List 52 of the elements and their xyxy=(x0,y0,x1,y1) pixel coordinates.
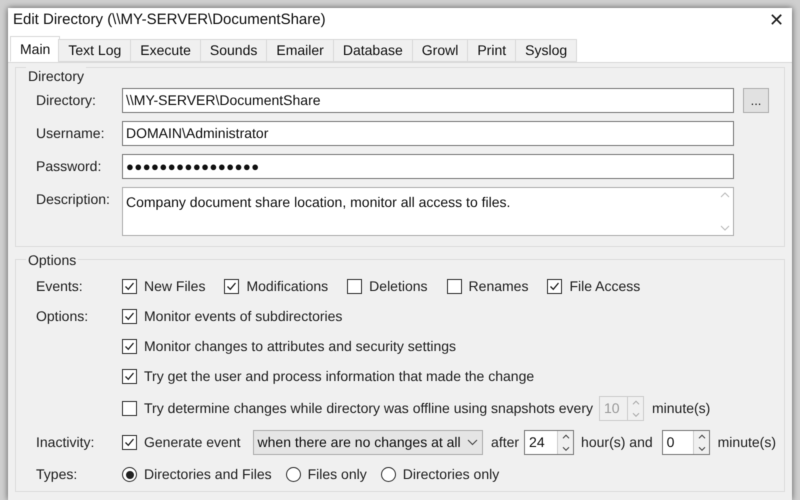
number-spinner[interactable]: 0 xyxy=(662,430,710,455)
checkbox[interactable]: Modifications xyxy=(224,276,328,297)
text-field[interactable]: DOMAIN\Administrator xyxy=(122,121,734,146)
radio-button[interactable]: Directories and Files xyxy=(122,464,272,485)
check-icon xyxy=(124,341,135,352)
checkbox[interactable]: Generate event xyxy=(122,432,241,453)
tab[interactable]: Emailer xyxy=(266,39,334,62)
tab[interactable]: Execute xyxy=(130,39,201,62)
text-field[interactable]: \\MY-SERVER\DocumentShare xyxy=(122,88,734,113)
window-title: Edit Directory (\\MY-SERVER\DocumentShare) xyxy=(13,10,326,30)
tab[interactable]: Text Log xyxy=(58,39,132,62)
field-label: Directory: xyxy=(35,91,97,110)
checkbox[interactable]: Renames xyxy=(446,276,528,297)
tab[interactable]: Growl xyxy=(412,39,468,62)
check-icon xyxy=(124,437,135,448)
tab[interactable]: Sounds xyxy=(200,39,268,62)
field-label: Username: xyxy=(35,124,106,143)
check-icon xyxy=(124,311,135,322)
password-field[interactable]: ●●●●●●●●●●●●●●●● xyxy=(122,154,734,179)
tab[interactable]: Main xyxy=(10,36,60,62)
check-icon xyxy=(549,281,560,292)
group-legend: Directory xyxy=(26,66,86,87)
browse-button[interactable]: ... xyxy=(743,88,769,113)
tab[interactable]: Print xyxy=(467,39,516,62)
check-icon xyxy=(124,371,135,382)
tab[interactable]: Syslog xyxy=(515,39,578,62)
hours-label: hour(s) and xyxy=(581,433,653,452)
field-label: Description: xyxy=(35,190,111,209)
checkbox[interactable]: Try get the user and process information that made the change xyxy=(122,366,534,387)
number-spinner[interactable]: 24 xyxy=(524,430,574,455)
row-label: Inactivity: xyxy=(35,433,96,452)
check-icon xyxy=(124,281,135,292)
chevron-down-icon xyxy=(467,439,478,446)
row-label: Types: xyxy=(35,465,78,484)
tab[interactable]: Database xyxy=(332,39,413,62)
unit-label: minute(s) xyxy=(652,399,710,418)
minutes-label: minute(s) xyxy=(718,433,776,452)
checkbox[interactable]: Deletions xyxy=(347,276,428,297)
field-label: Password: xyxy=(35,157,102,176)
checkbox[interactable]: Monitor events of subdirectories xyxy=(122,306,342,327)
checkbox[interactable]: New Files xyxy=(122,276,206,297)
close-button[interactable]: ✕ xyxy=(769,11,784,29)
radio-button[interactable]: Directories only xyxy=(380,464,500,485)
after-label: after xyxy=(491,433,520,452)
row-label: Options: xyxy=(36,308,88,324)
checkbox[interactable]: Monitor changes to attributes and security settings xyxy=(122,336,456,357)
check-icon xyxy=(226,281,238,292)
checkbox[interactable]: File Access xyxy=(547,276,640,297)
event-dropdown[interactable]: when there are no changes at all xyxy=(252,430,484,455)
radio-button[interactable]: Files only xyxy=(286,464,367,485)
checkbox[interactable]: Try determine changes while directory was offline using snapshots every xyxy=(122,398,593,419)
row-label: Events: xyxy=(35,277,84,296)
